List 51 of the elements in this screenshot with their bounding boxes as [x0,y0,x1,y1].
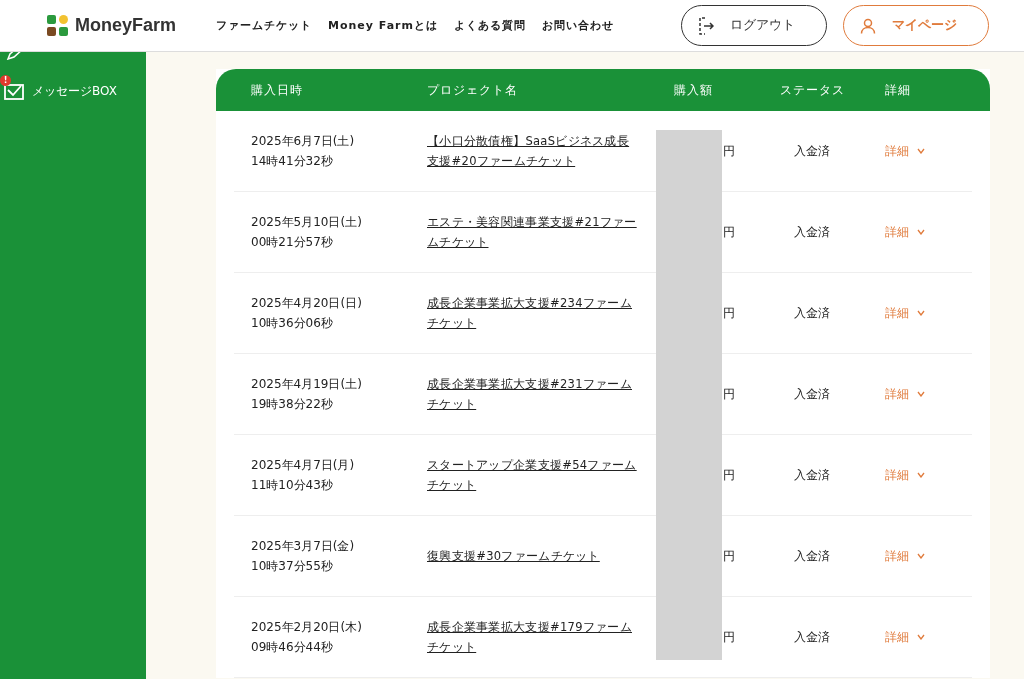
purchase-datetime: 2025年4月20日(日) 10時36分06秒 [250,295,363,332]
purchase-datetime: 2025年6月7日(土) 14時41分32秒 [250,133,356,170]
column-header: プロジェクト名 [427,81,519,99]
project-link[interactable]: 成長企業事業拡大支援#179ファームチケット [427,617,639,657]
project-link[interactable]: 【小口分散債権】SaaSビジネス成長支援#20ファームチケット [427,131,639,171]
status-cell: 入金済 [794,630,830,644]
column-header: 詳細 [885,81,912,99]
logout-button[interactable]: ログアウト [681,5,827,46]
chevron-down-icon [917,634,925,640]
amount-cell: 円 [723,468,735,482]
purchase-datetime: 2025年5月10日(土) 00時21分57秒 [250,214,363,251]
status-cell: 入金済 [794,387,830,401]
amount-cell: 円 [723,387,735,401]
status-cell: 入金済 [794,144,830,158]
project-link[interactable]: 成長企業事業拡大支援#234ファームチケット [427,293,639,333]
chevron-down-icon [917,148,925,154]
status-cell: 入金済 [794,549,830,563]
column-header: 購入日時 [250,81,304,99]
logout-icon [698,16,714,35]
nav-link[interactable]: よくある質問 [454,18,526,33]
chevron-down-icon [917,472,925,478]
logo-icon [47,14,69,37]
nav-link[interactable]: ファームチケット [216,18,312,33]
amount-cell: 円 [723,225,735,239]
purchase-datetime: 2025年2月20日(木) 09時46分44秒 [250,619,363,656]
project-link[interactable]: エステ・美容関連事業支援#21ファームチケット [427,212,639,252]
nav-link[interactable]: Money Farmとは [328,18,438,33]
project-link[interactable]: スタートアップ企業支援#54ファームチケット [427,455,639,495]
status-cell: 入金済 [794,225,830,239]
column-header: ステータス [779,81,846,99]
project-link[interactable]: 復興支援#30ファームチケット [427,546,639,566]
logo-text[interactable]: MoneyFarm [75,15,177,36]
chevron-down-icon [917,310,925,316]
nav-link[interactable]: お問い合わせ [542,18,614,33]
status-cell: 入金済 [794,468,830,482]
project-link[interactable]: 成長企業事業拡大支援#231ファームチケット [427,374,639,414]
column-header: 購入額 [673,81,714,99]
purchase-datetime: 2025年4月7日(月) 11時10分43秒 [250,457,356,494]
purchase-datetime: 2025年4月19日(土) 19時38分22秒 [250,376,363,413]
user-icon [860,17,876,34]
status-cell: 入金済 [794,306,830,320]
alert-badge: ! [0,75,11,86]
chevron-down-icon [917,229,925,235]
amount-cell: 円 [723,630,735,644]
envelope-icon [4,83,24,100]
amount-cell: 円 [723,549,735,563]
amount-cell: 円 [723,144,735,158]
chevron-down-icon [917,553,925,559]
chevron-down-icon [917,391,925,397]
purchase-datetime: 2025年3月7日(金) 10時37分55秒 [250,538,356,575]
amount-cell: 円 [723,306,735,320]
